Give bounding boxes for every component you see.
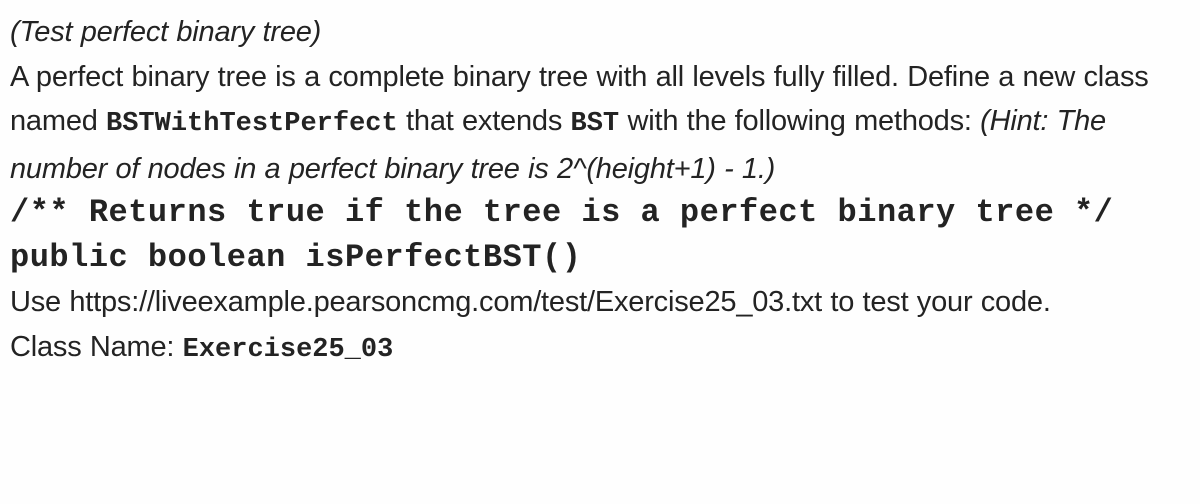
test-instructions: Use https://liveexample.pearsoncmg.com/t… [10,280,1200,325]
exercise-description: A perfect binary tree is a complete bina… [10,55,1200,192]
method-signature-code: public boolean isPerfectBST() [10,238,582,276]
description-middle-text: that extends [397,105,571,137]
class-name-code: BSTWithTestPerfect [106,109,398,139]
problem-statement: (Test perfect binary tree) A perfect bin… [0,0,1200,372]
class-name-label: Class Name: [10,330,183,363]
class-name-line: Class Name: Exercise25_03 [10,325,1200,373]
test-instructions-suffix: to test your code. [821,286,1051,318]
method-comment-code: /** Returns true if the tree is a perfec… [10,194,1114,231]
test-file-url: https://liveexample.pearsoncmg.com/test/… [69,286,822,318]
description-tail-text: with the following methods: [619,105,981,137]
base-class-code: BST [570,109,620,139]
test-instructions-prefix: Use [10,286,70,318]
exercise-title: (Test perfect binary tree) [10,16,322,48]
class-name-value: Exercise25_03 [182,334,394,365]
